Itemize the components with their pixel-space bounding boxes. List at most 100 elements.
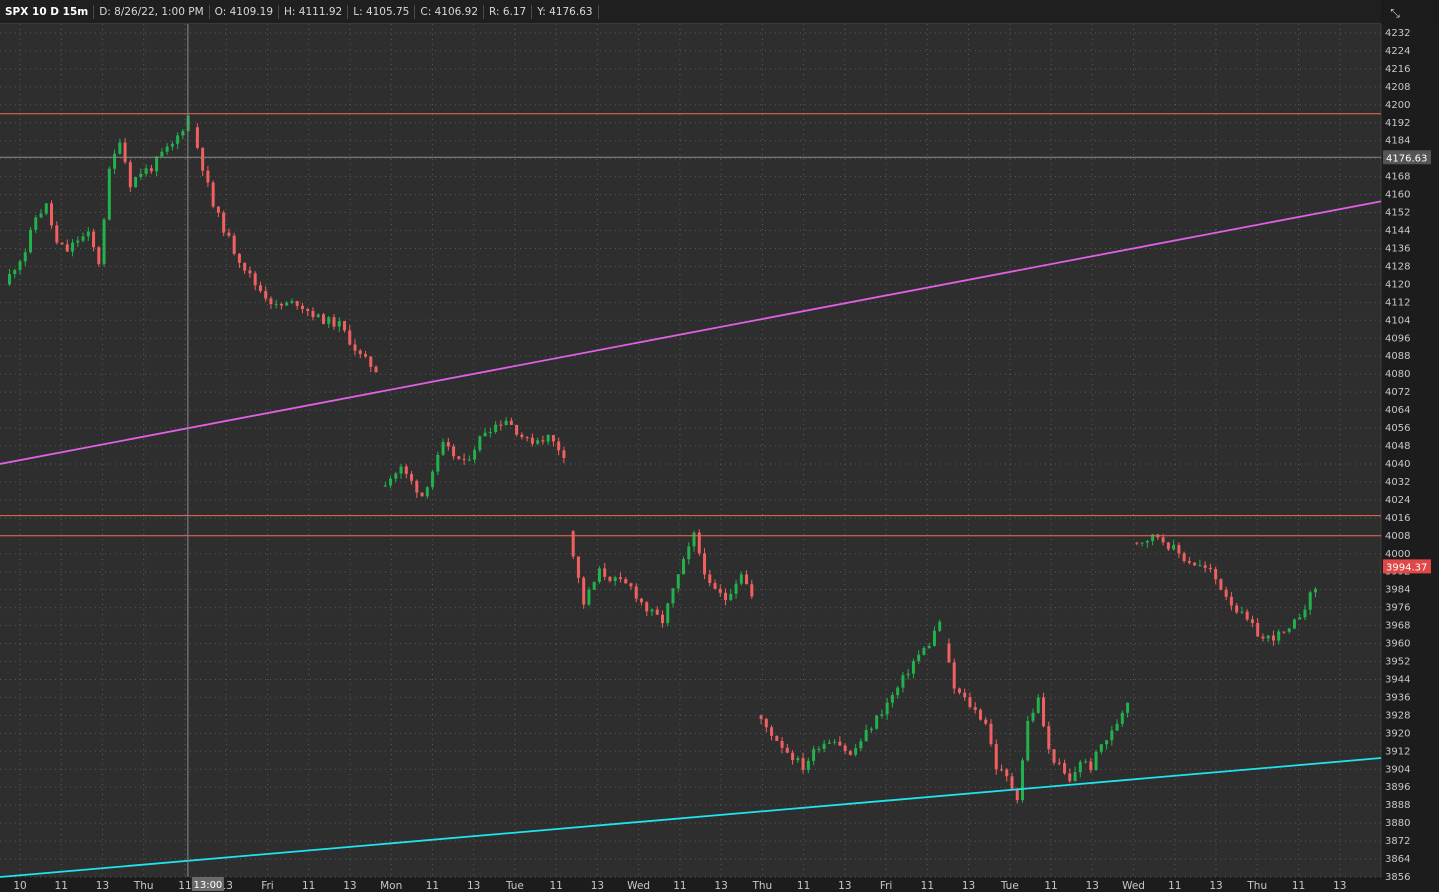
candle-body [1313,588,1317,593]
candle-body [264,291,268,299]
candle-body [494,424,498,432]
candle-body [1219,579,1223,590]
candle-body [1292,619,1296,629]
candle-body [118,142,122,154]
candle-body [1145,541,1149,543]
candle-body [237,253,241,263]
candle-body [139,173,143,178]
candle-body [504,420,508,426]
time-tick-label: Mon [380,880,402,892]
price-tick-label: 4032 [1385,477,1410,488]
time-tick-label: 11 [302,880,315,892]
candle-body [1303,609,1307,618]
candle-body [927,645,931,649]
candle-body [1057,762,1061,764]
candle-body [796,758,800,761]
candle-body [399,466,403,474]
candle-body [780,740,784,748]
candle-body [1203,565,1207,568]
price-tick-label: 3872 [1385,836,1410,847]
candle-body [530,437,534,444]
candle-body [880,714,884,716]
last-price-label: 3994.37 [1386,562,1427,573]
candle-body [60,242,64,245]
candle-body [50,203,54,226]
price-tick-label: 4112 [1385,297,1410,308]
candle-body [343,321,347,331]
candle-body [18,261,22,270]
candle-body [994,744,998,770]
candle-body [864,729,868,742]
price-chart[interactable]: 4232422442164208420041924184417641684160… [0,0,1439,892]
candle-body [1126,702,1130,713]
candle-body [176,135,180,144]
candle-body [65,244,69,252]
time-tick-label: 13 [838,880,851,892]
candle-body [666,603,670,624]
candle-body [1010,776,1014,789]
candle-body [650,609,654,612]
candle-body [446,442,450,447]
candle-body [222,212,226,233]
price-tick-label: 4152 [1385,208,1410,219]
price-tick-label: 4160 [1385,190,1410,201]
candle-body [932,630,936,646]
time-tick-label: 13 [714,880,727,892]
candle-body [639,598,643,603]
candle-body [269,298,273,305]
candle-body [587,589,591,605]
candle-body [999,769,1003,771]
candle-body [869,728,873,730]
price-tick-label: 4120 [1385,279,1410,290]
candle-body [353,344,357,351]
candle-body [546,435,550,442]
candle-body [134,177,138,188]
candle-body [817,748,821,750]
time-tick-label: 11 [549,880,562,892]
crosshair-price-label: 4176.63 [1386,153,1427,164]
candle-body [1042,697,1046,727]
candle-body [692,532,696,547]
time-tick-label: 10 [13,880,26,892]
candle-body [425,487,429,497]
candle-body [785,747,789,753]
candle-body [938,621,942,631]
candle-body [978,709,982,720]
candle-body [369,356,373,367]
candle-body [729,593,733,600]
price-tick-label: 3880 [1385,818,1410,829]
candle-body [890,694,894,703]
time-tick-label: 11 [1044,880,1057,892]
price-tick-label: 3928 [1385,710,1410,721]
price-tick-label: 4184 [1385,136,1410,147]
candle-body [676,574,680,589]
candle-body [1078,761,1082,773]
candle-body [227,232,231,236]
candle-body [551,435,555,442]
candle-body [1047,726,1051,750]
candle-body [337,321,341,327]
candle-body [1031,712,1035,721]
candle-body [917,654,921,662]
candle-body [745,574,749,585]
crosshair-time-label: 13:00 [193,880,222,891]
candle-body [160,151,164,157]
candle-body [1282,631,1286,633]
price-tick-label: 3856 [1385,872,1410,883]
candle-body [952,662,956,689]
price-tick-label: 3944 [1385,674,1410,685]
candle-body [608,576,612,582]
candle-body [1036,697,1040,713]
price-tick-label: 4200 [1385,100,1410,111]
candle-body [603,568,607,577]
candle-body [1161,537,1165,543]
candle-body [76,240,80,243]
candle-body [13,269,17,275]
price-tick-label: 4224 [1385,46,1410,57]
candle-body [801,758,805,770]
time-tick-label: 11 [55,880,68,892]
candle-body [1261,636,1265,639]
candle-body [248,270,252,274]
candle-body [557,441,561,451]
candle-body [901,675,905,688]
